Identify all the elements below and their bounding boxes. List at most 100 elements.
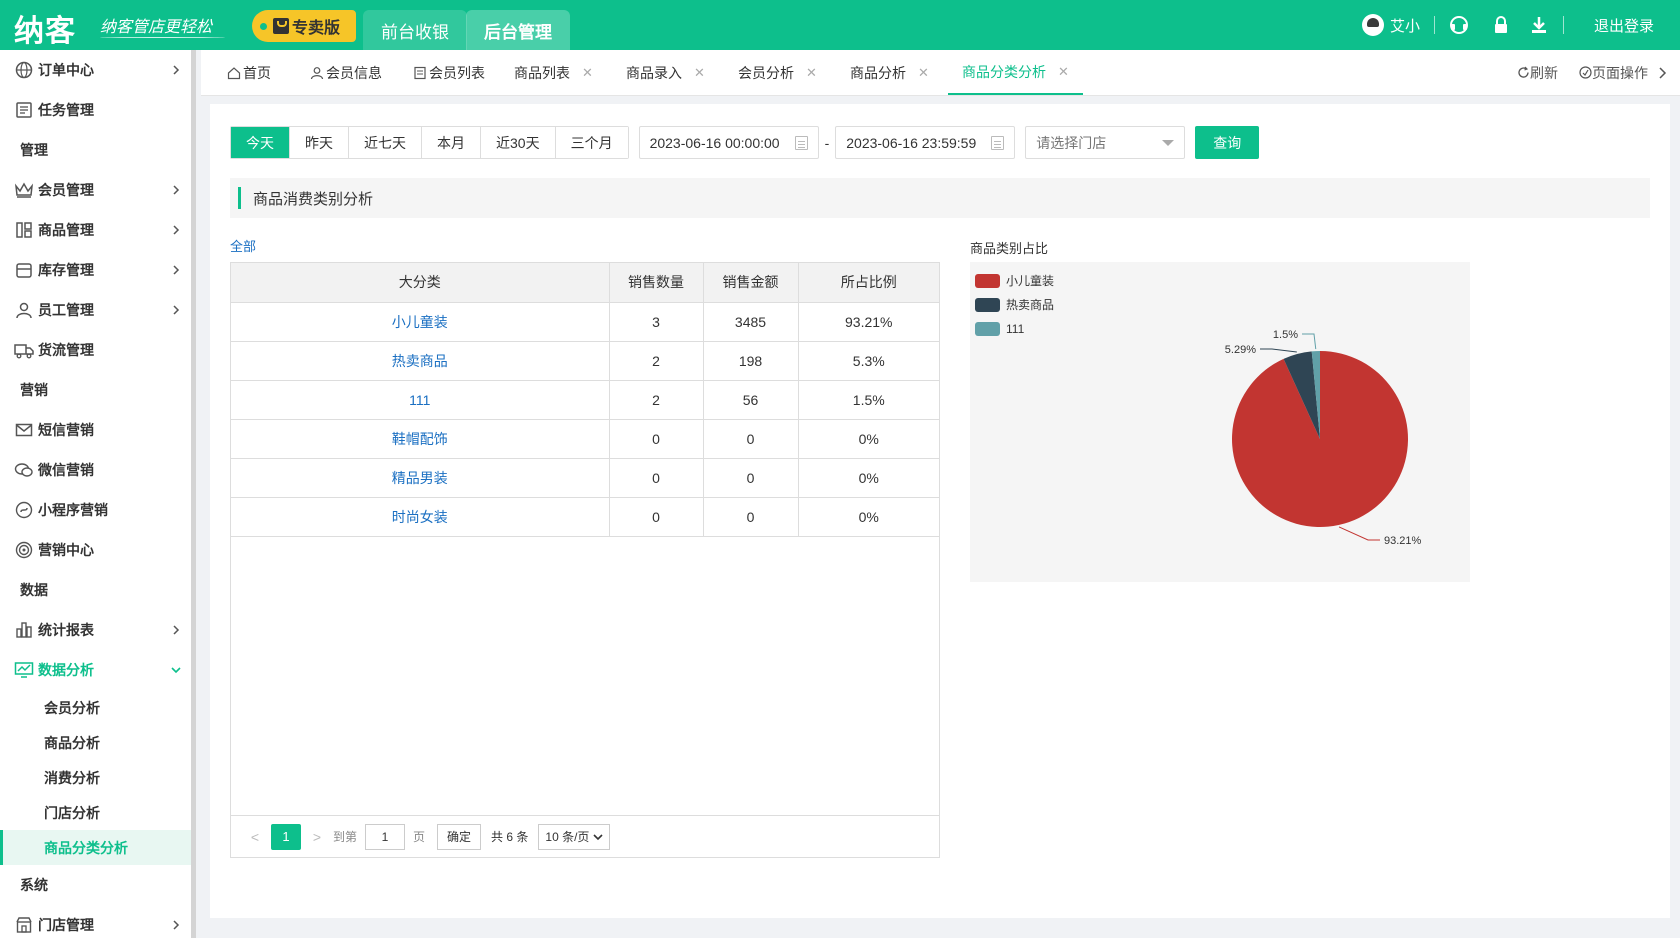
close-icon[interactable]: ✕	[1058, 64, 1069, 80]
category-link[interactable]: 小儿童装	[231, 302, 610, 342]
globe-icon	[14, 60, 34, 80]
tab-category-analysis[interactable]: 商品分类分析 ✕	[948, 50, 1083, 95]
table-row: 小儿童装 3 3485 93.21%	[231, 302, 939, 342]
legend-swatch[interactable]	[975, 322, 1000, 336]
sidebar-group-system: 系统	[20, 877, 48, 893]
category-link[interactable]: 鞋帽配饰	[231, 419, 610, 459]
page-ops-label: 页面操作	[1592, 64, 1648, 81]
page-ops-button[interactable]: 页面操作	[1579, 50, 1648, 95]
sidebar-item-staff[interactable]: 员工管理	[0, 290, 191, 330]
tab-goods-analysis[interactable]: 商品分析 ✕	[850, 50, 929, 95]
range-yesterday-button[interactable]: 昨天	[290, 127, 349, 158]
category-link[interactable]: 时尚女装	[231, 497, 610, 537]
tab-member-info[interactable]: 会员信息	[310, 50, 382, 95]
sidebar-item-sms[interactable]: 短信营销	[0, 410, 191, 450]
section-title: 商品消费类别分析	[253, 190, 374, 208]
total-count: 共 6 条	[491, 830, 529, 844]
close-icon[interactable]: ✕	[918, 65, 929, 81]
task-icon	[14, 100, 34, 120]
tab-home[interactable]: 首页	[227, 50, 271, 95]
close-icon[interactable]: ✕	[806, 65, 817, 81]
range-month-button[interactable]: 本月	[422, 127, 481, 158]
category-link[interactable]: 111	[231, 380, 610, 420]
goto-confirm-button[interactable]: 确定	[437, 823, 482, 850]
sidebar-item-members[interactable]: 会员管理	[0, 170, 191, 210]
chevron-right-icon	[173, 65, 180, 75]
close-icon[interactable]: ✕	[694, 65, 705, 81]
range-3months-button[interactable]: 三个月	[555, 127, 628, 158]
close-icon[interactable]: ✕	[582, 65, 593, 81]
range-today-button[interactable]: 今天	[231, 127, 290, 158]
goto-page-input[interactable]: 1	[365, 823, 406, 850]
next-page-button[interactable]: >	[307, 829, 327, 845]
legend-swatch[interactable]	[975, 298, 1000, 312]
logout-button[interactable]: 退出登录	[1564, 15, 1680, 36]
tab-goods-entry[interactable]: 商品录入 ✕	[626, 50, 705, 95]
prev-page-button[interactable]: <	[245, 829, 265, 845]
range-30days-button[interactable]: 近30天	[481, 127, 556, 158]
nav-front-cashier[interactable]: 前台收银	[363, 10, 467, 50]
chevron-down-icon	[171, 667, 181, 674]
start-date-input[interactable]: 2023-06-16 00:00:00	[638, 126, 819, 159]
col-header-qty[interactable]: 销售数量	[609, 263, 704, 303]
chevron-right-icon[interactable]	[1657, 66, 1669, 80]
brand-logo[interactable]: 纳客	[14, 6, 76, 50]
sidebar-item-inventory[interactable]: 库存管理	[0, 250, 191, 290]
legend-label[interactable]: 小儿童装	[1006, 273, 1054, 288]
legend-label[interactable]: 热卖商品	[1006, 297, 1054, 312]
sidebar-item-marketing-center[interactable]: 营销中心	[0, 530, 191, 570]
sidebar-item-tasks[interactable]: 任务管理	[0, 90, 191, 130]
store-select[interactable]: 请选择门店	[1025, 126, 1186, 159]
sidebar-sub-store-analysis[interactable]: 门店分析	[0, 795, 191, 830]
sidebar-item-data-analysis[interactable]: 数据分析	[0, 650, 191, 690]
legend-swatch[interactable]	[975, 274, 1000, 288]
sidebar-sub-category-analysis[interactable]: 商品分类分析	[0, 830, 191, 865]
col-header-category[interactable]: 大分类	[231, 263, 610, 303]
user-menu[interactable]: 艾小	[1348, 14, 1434, 36]
sidebar-sub-goods-analysis[interactable]: 商品分析	[0, 725, 191, 760]
sidebar-sub-member-analysis[interactable]: 会员分析	[0, 690, 191, 725]
col-header-ratio[interactable]: 所占比例	[798, 263, 939, 303]
sidebar-item-logistics[interactable]: 货流管理	[0, 330, 191, 370]
chevron-right-icon	[173, 185, 180, 195]
filter-bar: 今天 昨天 近七天 本月 近30天 三个月 2023-06-16 00:00:0…	[230, 126, 1260, 159]
legend-label[interactable]: 111	[1006, 322, 1025, 336]
tab-goods-list[interactable]: 商品列表 ✕	[514, 50, 593, 95]
sidebar-item-miniapp[interactable]: 小程序营销	[0, 490, 191, 530]
chevron-right-icon	[173, 225, 180, 235]
sidebar-sub-consumption-analysis[interactable]: 消费分析	[0, 760, 191, 795]
sidebar-item-goods[interactable]: 商品管理	[0, 210, 191, 250]
page-size-select[interactable]: 10 条/页	[538, 823, 611, 850]
range-7days-button[interactable]: 近七天	[349, 127, 422, 158]
lock-button[interactable]	[1483, 15, 1519, 35]
tab-member-list[interactable]: 会员列表	[413, 50, 485, 95]
cell-ratio: 93.21%	[798, 302, 939, 342]
sidebar: 订单中心 任务管理 管理 会员管理 商品管理 库存管理 员工管理 货流管理 营销…	[0, 50, 196, 938]
all-categories-link[interactable]: 全部	[230, 236, 256, 255]
top-header: 纳客 纳客管店更轻松 专卖版 前台收银 后台管理 艾小 退出登录	[0, 0, 1680, 50]
sidebar-item-reports[interactable]: 统计报表	[0, 610, 191, 650]
category-link[interactable]: 热卖商品	[231, 341, 610, 381]
category-link[interactable]: 精品男装	[231, 458, 610, 498]
support-button[interactable]	[1435, 15, 1483, 35]
nav-back-office[interactable]: 后台管理	[466, 10, 570, 50]
edition-badge: 专卖版	[252, 10, 356, 42]
sidebar-item-label: 任务管理	[38, 102, 94, 118]
download-icon	[1531, 17, 1546, 33]
sidebar-item-label: 数据分析	[38, 662, 94, 678]
user-name: 艾小	[1389, 17, 1420, 35]
monitor-chart-icon	[14, 660, 34, 680]
date-range-toggle: 今天 昨天 近七天 本月 近30天 三个月	[230, 126, 629, 159]
query-button[interactable]: 查询	[1195, 126, 1260, 159]
refresh-button[interactable]: 刷新	[1517, 50, 1558, 95]
end-date-input[interactable]: 2023-06-16 23:59:59	[835, 126, 1016, 159]
download-button[interactable]	[1519, 15, 1563, 35]
tab-label: 会员列表	[429, 64, 485, 81]
sidebar-item-orders[interactable]: 订单中心	[0, 50, 191, 90]
col-header-amount[interactable]: 销售金额	[703, 263, 799, 303]
page-1-button[interactable]: 1	[271, 823, 301, 850]
tab-member-analysis[interactable]: 会员分析 ✕	[738, 50, 817, 95]
sidebar-item-store-mgmt[interactable]: 门店管理	[0, 905, 191, 938]
sidebar-item-label: 员工管理	[38, 302, 94, 318]
sidebar-item-wechat[interactable]: 微信营销	[0, 450, 191, 490]
